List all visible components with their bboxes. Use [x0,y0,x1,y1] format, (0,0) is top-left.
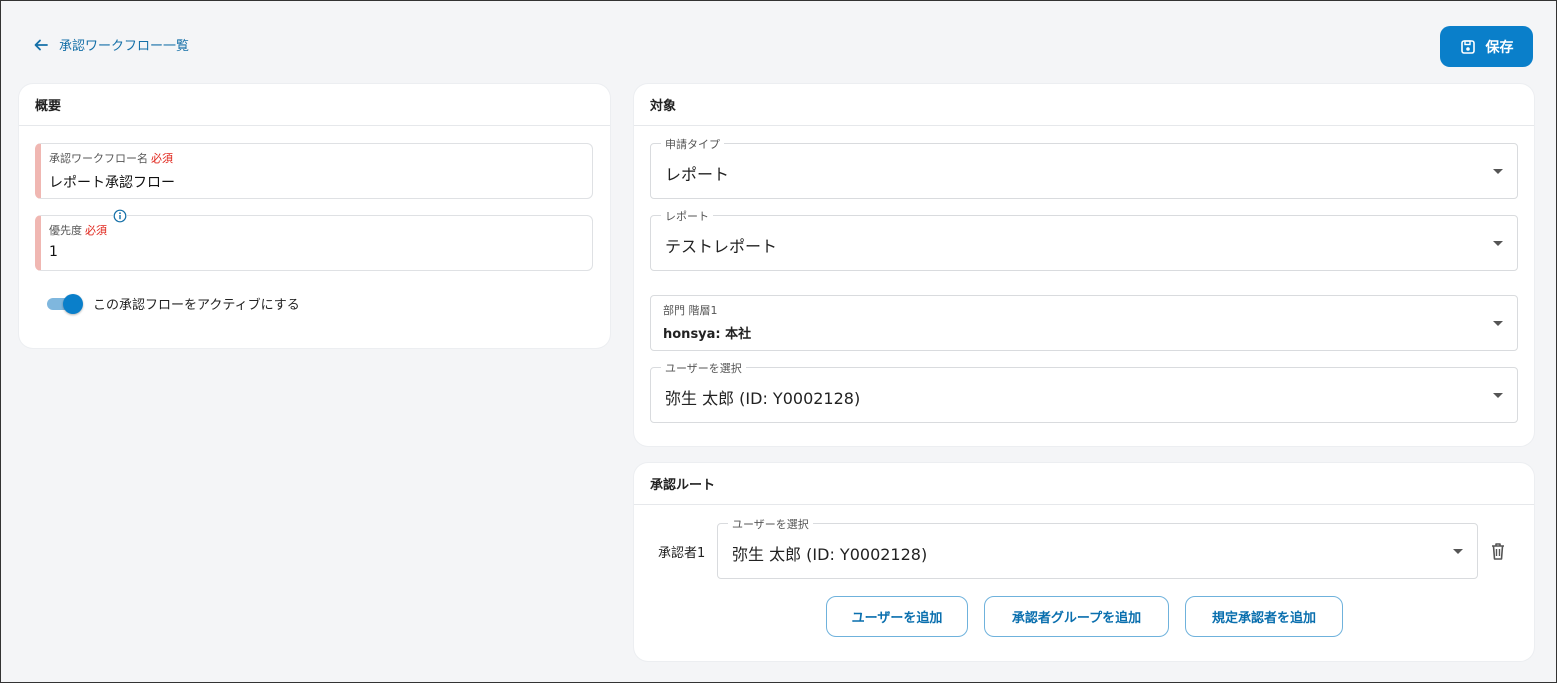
approver-user-select[interactable]: ユーザーを選択 弥生 太郎 (ID: Y0002128) [717,516,1478,579]
chevron-down-icon [1493,241,1503,246]
back-link[interactable]: 承認ワークフロー一覧 [33,35,189,54]
priority-value: 1 [49,244,58,260]
approver-select-value: 弥生 太郎 (ID: Y0002128) [732,545,928,564]
active-toggle[interactable] [47,293,83,314]
overview-card: 概要 承認ワークフロー名 必須 レポート承認フロー 優先度 必須 1 この承認フロー… [19,84,610,348]
application-type-value: レポート [665,165,730,184]
workflow-name-value: レポート承認フロー [49,175,175,191]
department-value: honsya: 本社 [663,327,752,342]
trash-icon[interactable] [1489,541,1507,561]
user-select-label: ユーザーを選択 [661,360,746,376]
report-label: レポート [661,208,713,224]
save-button[interactable]: 保存 [1440,26,1533,67]
approver-label: 承認者1 [658,546,706,561]
required-badge: 必須 [85,224,107,237]
user-select-value: 弥生 太郎 (ID: Y0002128) [665,389,861,408]
chevron-down-icon [1493,393,1503,398]
priority-label: 優先度 必須 [49,224,107,237]
required-badge: 必須 [151,152,173,165]
arrow-left-icon [34,39,48,50]
approval-route-title: 承認ルート [634,463,1534,505]
add-user-button[interactable]: ユーザーを追加 [826,596,968,637]
department-label: 部門 階層1 [663,304,718,317]
chevron-down-icon [1493,321,1503,326]
chevron-down-icon [1493,169,1503,174]
chevron-down-icon [1453,549,1463,554]
back-link-label: 承認ワークフロー一覧 [59,39,190,54]
overview-title: 概要 [19,84,610,126]
application-type-select[interactable]: 申請タイプ レポート [650,136,1518,199]
report-select[interactable]: レポート テストレポート [650,208,1518,271]
target-title: 対象 [634,84,1534,126]
approver-select-label: ユーザーを選択 [728,516,813,532]
add-default-approver-button[interactable]: 規定承認者を追加 [1185,596,1343,637]
save-button-label: 保存 [1485,39,1514,56]
info-icon[interactable] [113,209,127,223]
department-select[interactable]: 部門 階層1 honsya: 本社 [650,295,1518,351]
application-type-label: 申請タイプ [661,136,724,152]
workflow-name-field[interactable]: 承認ワークフロー名 必須 レポート承認フロー [35,143,593,199]
approval-route-card: 承認ルート 承認者1 ユーザーを選択 弥生 太郎 (ID: Y0002128) … [634,463,1534,661]
toggle-thumb [63,294,83,314]
workflow-name-label: 承認ワークフロー名 必須 [49,152,173,165]
add-approver-group-button[interactable]: 承認者グループを追加 [984,596,1169,637]
report-value: テストレポート [665,237,778,256]
user-select[interactable]: ユーザーを選択 弥生 太郎 (ID: Y0002128) [650,360,1518,423]
target-card: 対象 申請タイプ レポート レポート テストレポート 部門 階層1 honsya… [634,84,1534,446]
save-icon [1460,39,1475,54]
active-toggle-row: この承認フローをアクティブにする [47,293,300,314]
active-toggle-label: この承認フローをアクティブにする [93,297,300,313]
priority-field[interactable]: 優先度 必須 1 [35,209,593,271]
